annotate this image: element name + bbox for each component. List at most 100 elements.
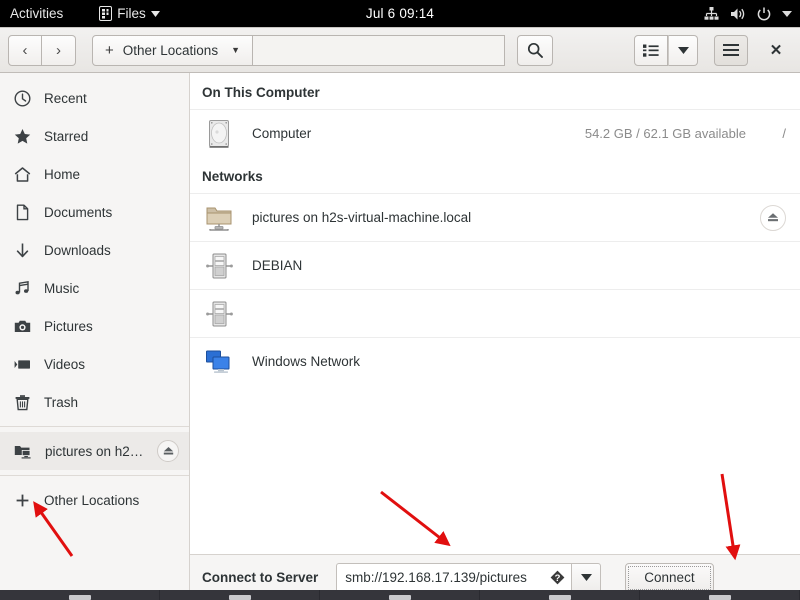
video-icon xyxy=(14,356,31,373)
table-row[interactable]: Windows Network xyxy=(190,337,800,385)
chevron-down-icon xyxy=(782,10,792,17)
sidebar-item-documents[interactable]: Documents xyxy=(0,193,189,231)
gnome-top-bar: Activities Files Jul 6 09:14 xyxy=(0,0,800,27)
system-status-area[interactable] xyxy=(704,6,792,21)
document-icon xyxy=(14,204,31,221)
sidebar-item-music[interactable]: Music xyxy=(0,269,189,307)
list-view-icon xyxy=(643,44,659,57)
music-icon xyxy=(14,280,31,297)
row-name: DEBIAN xyxy=(252,258,303,273)
dock-item[interactable] xyxy=(640,590,800,600)
table-row[interactable]: DEBIAN xyxy=(190,241,800,289)
sidebar-item-other-locations[interactable]: Other Locations xyxy=(0,481,189,519)
row-eject-button[interactable] xyxy=(760,204,786,231)
sidebar-divider xyxy=(0,475,189,476)
group-header-on-this-computer: On This Computer xyxy=(202,85,320,100)
screen: Activities Files Jul 6 09:14 ‹ › + Other… xyxy=(0,0,800,600)
forward-button[interactable]: › xyxy=(42,34,76,66)
power-icon xyxy=(757,7,771,21)
path-button-other-locations[interactable]: + Other Locations ▼ xyxy=(92,34,253,66)
view-options-button[interactable] xyxy=(668,34,698,66)
connect-to-server-label: Connect to Server xyxy=(202,570,319,585)
activities-button[interactable]: Activities xyxy=(10,6,63,21)
back-button[interactable]: ‹ xyxy=(8,34,42,66)
sidebar-item-pictures[interactable]: Pictures xyxy=(0,307,189,345)
bottom-dock-strip xyxy=(0,590,800,600)
row-free-space: 54.2 GB / 62.1 GB available xyxy=(584,126,746,141)
nav-button-group: ‹ › xyxy=(8,34,76,66)
chevron-down-icon xyxy=(677,46,689,54)
sidebar-item-recent[interactable]: Recent xyxy=(0,79,189,117)
home-icon xyxy=(14,166,31,183)
row-mount-point: / xyxy=(782,126,786,141)
clock-icon xyxy=(14,89,31,107)
sidebar-item-videos[interactable]: Videos xyxy=(0,345,189,383)
server-address-input[interactable]: smb://192.168.17.139/pictures ? xyxy=(336,562,572,593)
location-entry[interactable] xyxy=(253,34,505,66)
view-button-group xyxy=(634,34,698,66)
window-body: Recent Starred Home Documents Downloads … xyxy=(0,73,800,600)
sidebar-item-label: Starred xyxy=(44,128,89,144)
windows-network-icon xyxy=(202,347,236,377)
main-menu-button[interactable] xyxy=(714,34,748,66)
trash-icon xyxy=(14,394,31,411)
app-menu-button[interactable]: Files xyxy=(99,6,160,21)
help-icon[interactable]: ? xyxy=(550,570,565,585)
search-button[interactable] xyxy=(517,34,553,66)
dock-item[interactable] xyxy=(0,590,160,600)
search-icon xyxy=(527,42,543,58)
chevron-down-icon xyxy=(150,10,160,17)
svg-text:?: ? xyxy=(555,573,561,584)
sidebar-item-label: Other Locations xyxy=(44,492,140,508)
connect-button[interactable]: Connect xyxy=(625,562,714,593)
group-header-networks: Networks xyxy=(202,169,263,184)
server-address-group: smb://192.168.17.139/pictures ? xyxy=(336,562,602,593)
plus-icon: + xyxy=(105,41,114,59)
eject-icon xyxy=(163,446,174,456)
plus-icon xyxy=(14,492,31,509)
sidebar-item-label: Videos xyxy=(44,356,86,372)
table-row[interactable]: pictures on h2s-virtual-machine.local xyxy=(190,193,800,241)
eject-icon xyxy=(767,212,779,223)
sidebar-item-label: Documents xyxy=(44,204,113,220)
sidebar-item-home[interactable]: Home xyxy=(0,155,189,193)
chevron-down-icon: ▼ xyxy=(231,45,240,55)
server-address-value: smb://192.168.17.139/pictures xyxy=(345,570,527,585)
network-folder-icon xyxy=(202,203,236,233)
sidebar-eject-button[interactable] xyxy=(157,440,179,462)
locations-list: On This Computer Computer 54.2 GB / 62.1… xyxy=(190,73,800,554)
dock-item[interactable] xyxy=(160,590,320,600)
list-view-button[interactable] xyxy=(634,34,668,66)
server-icon xyxy=(202,251,236,281)
sidebar-item-trash[interactable]: Trash xyxy=(0,383,189,421)
table-row-computer[interactable]: Computer 54.2 GB / 62.1 GB available / xyxy=(190,109,800,157)
sidebar: Recent Starred Home Documents Downloads … xyxy=(0,73,190,600)
main-content: On This Computer Computer 54.2 GB / 62.1… xyxy=(190,73,800,600)
sidebar-item-starred[interactable]: Starred xyxy=(0,117,189,155)
sidebar-item-label: Trash xyxy=(44,394,79,410)
volume-icon xyxy=(730,7,746,21)
connect-button-label: Connect xyxy=(644,570,695,585)
row-name: Computer xyxy=(252,126,312,141)
camera-icon xyxy=(14,318,31,335)
dock-item[interactable] xyxy=(320,590,480,600)
chevron-down-icon xyxy=(580,574,592,581)
server-icon xyxy=(202,299,236,329)
sidebar-item-label: Home xyxy=(44,166,81,182)
sidebar-item-label: pictures on h2… xyxy=(45,443,144,459)
table-row[interactable] xyxy=(190,289,800,337)
server-address-history-button[interactable] xyxy=(571,562,602,593)
sidebar-item-mounted-share[interactable]: pictures on h2… xyxy=(0,432,189,470)
star-icon xyxy=(14,128,31,145)
close-window-button[interactable]: ✕ xyxy=(762,35,790,66)
dock-item[interactable] xyxy=(480,590,640,600)
network-icon xyxy=(704,6,719,21)
network-share-icon xyxy=(14,443,32,460)
close-icon: ✕ xyxy=(769,42,783,59)
files-window: ‹ › + Other Locations ▼ ✕ Recent Starred… xyxy=(0,27,800,600)
files-app-icon xyxy=(99,6,113,21)
path-button-label: Other Locations xyxy=(122,42,219,58)
sidebar-divider xyxy=(0,426,189,427)
sidebar-item-downloads[interactable]: Downloads xyxy=(0,231,189,269)
path-bar: + Other Locations ▼ xyxy=(92,34,505,66)
